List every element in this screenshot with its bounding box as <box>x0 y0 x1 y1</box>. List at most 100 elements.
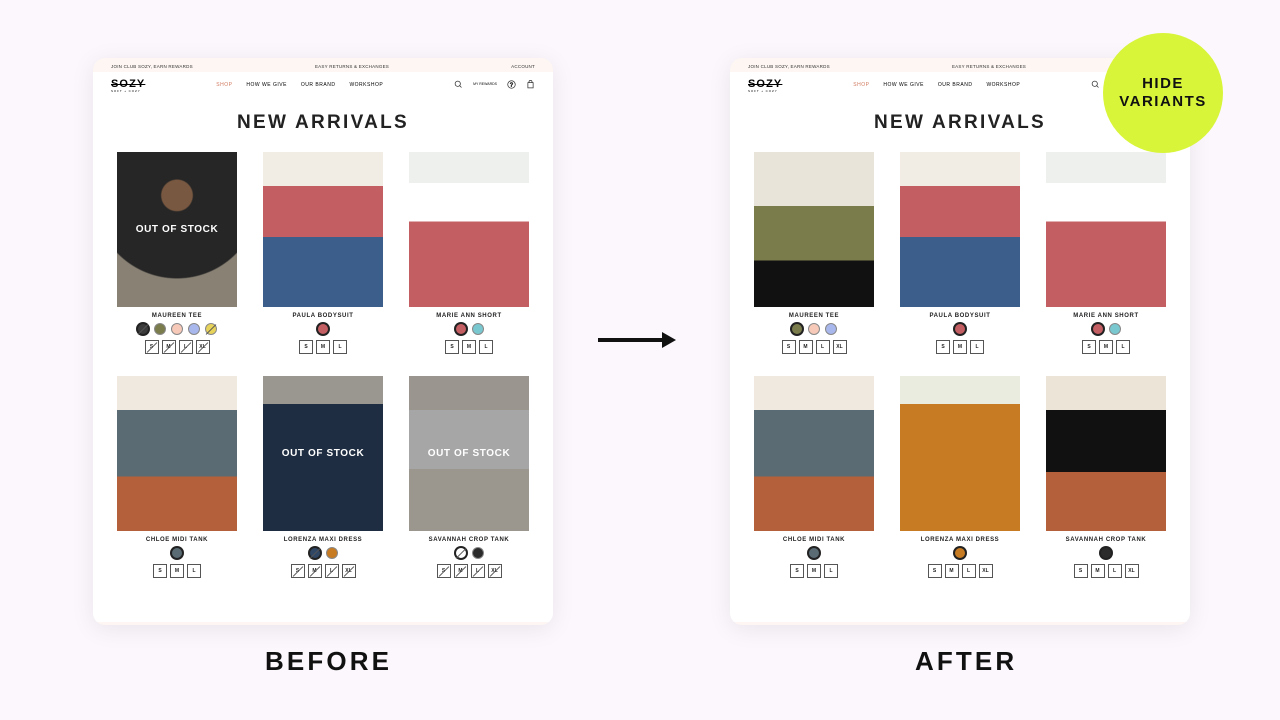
product-image[interactable] <box>1046 376 1166 531</box>
rewards-link[interactable]: MY REWARDS <box>473 83 497 87</box>
color-swatch[interactable] <box>137 323 149 335</box>
color-swatch[interactable] <box>791 323 803 335</box>
size-option[interactable]: M <box>308 564 322 578</box>
size-option[interactable]: XL <box>488 564 502 578</box>
nav-shop[interactable]: SHOP <box>216 82 232 88</box>
size-option[interactable]: L <box>962 564 976 578</box>
size-option[interactable]: L <box>471 564 485 578</box>
product-card[interactable]: CHLOE MIDI TANKSML <box>754 376 874 578</box>
size-option[interactable]: L <box>970 340 984 354</box>
topbar-left[interactable]: JOIN CLUB SOZY, EARN REWARDS <box>111 64 193 69</box>
color-swatch[interactable] <box>317 323 329 335</box>
size-option[interactable]: S <box>790 564 804 578</box>
size-option[interactable]: M <box>945 564 959 578</box>
size-option[interactable]: S <box>1074 564 1088 578</box>
product-image[interactable] <box>754 376 874 531</box>
size-option[interactable]: S <box>299 340 313 354</box>
size-option[interactable]: L <box>325 564 339 578</box>
product-card[interactable]: SAVANNAH CROP TANKSMLXL <box>1046 376 1166 578</box>
color-swatch[interactable] <box>205 323 217 335</box>
product-image[interactable] <box>263 152 383 307</box>
color-swatch[interactable] <box>472 547 484 559</box>
topbar-right[interactable]: ACCOUNT <box>511 64 535 69</box>
size-option[interactable]: M <box>807 564 821 578</box>
product-card[interactable]: LORENZA MAXI DRESSSMLXL <box>900 376 1020 578</box>
product-card[interactable]: OUT OF STOCKLORENZA MAXI DRESSSMLXL <box>263 376 383 578</box>
color-swatch[interactable] <box>954 323 966 335</box>
size-option[interactable]: XL <box>342 564 356 578</box>
size-option[interactable]: L <box>479 340 493 354</box>
size-option[interactable]: S <box>928 564 942 578</box>
topbar-center[interactable]: EASY RETURNS & EXCHANGES <box>315 64 389 69</box>
color-swatch[interactable] <box>825 323 837 335</box>
size-option[interactable]: XL <box>833 340 847 354</box>
product-card[interactable]: OUT OF STOCKMAUREEN TEESMLXL <box>117 152 237 354</box>
product-image[interactable] <box>117 376 237 531</box>
size-option[interactable]: M <box>454 564 468 578</box>
color-swatch[interactable] <box>455 323 467 335</box>
size-option[interactable]: S <box>153 564 167 578</box>
bag-icon[interactable] <box>526 76 535 94</box>
color-swatch[interactable] <box>455 547 467 559</box>
nav-how-we-give[interactable]: HOW WE GIVE <box>246 82 287 88</box>
product-card[interactable]: MARIE ANN SHORTSML <box>409 152 529 354</box>
size-option[interactable]: S <box>936 340 950 354</box>
size-option[interactable]: S <box>1082 340 1096 354</box>
nav-workshop[interactable]: WORKSHOP <box>349 82 383 88</box>
size-option[interactable]: XL <box>196 340 210 354</box>
color-swatch[interactable] <box>1109 323 1121 335</box>
product-card[interactable]: MARIE ANN SHORTSML <box>1046 152 1166 354</box>
size-option[interactable]: S <box>437 564 451 578</box>
nav-workshop[interactable]: WORKSHOP <box>986 82 1020 88</box>
color-swatch[interactable] <box>808 547 820 559</box>
size-option[interactable]: M <box>316 340 330 354</box>
size-option[interactable]: L <box>333 340 347 354</box>
color-swatch[interactable] <box>188 323 200 335</box>
logo[interactable]: SOZY SOFT + COZY <box>111 78 145 93</box>
size-option[interactable]: L <box>179 340 193 354</box>
product-image[interactable] <box>1046 152 1166 307</box>
product-card[interactable]: PAULA BODYSUITSML <box>263 152 383 354</box>
size-option[interactable]: XL <box>1125 564 1139 578</box>
color-swatch[interactable] <box>154 323 166 335</box>
size-option[interactable]: S <box>145 340 159 354</box>
size-option[interactable]: M <box>1099 340 1113 354</box>
product-card[interactable]: OUT OF STOCKSAVANNAH CROP TANKSMLXL <box>409 376 529 578</box>
size-option[interactable]: M <box>170 564 184 578</box>
color-swatch[interactable] <box>808 323 820 335</box>
size-option[interactable]: M <box>162 340 176 354</box>
size-option[interactable]: XL <box>979 564 993 578</box>
size-option[interactable]: M <box>953 340 967 354</box>
color-swatch[interactable] <box>1092 323 1104 335</box>
product-image[interactable] <box>900 376 1020 531</box>
size-option[interactable]: L <box>1108 564 1122 578</box>
product-image[interactable] <box>754 152 874 307</box>
topbar-left[interactable]: JOIN CLUB SOZY, EARN REWARDS <box>748 64 830 69</box>
color-swatch[interactable] <box>309 547 321 559</box>
product-card[interactable]: MAUREEN TEESMLXL <box>754 152 874 354</box>
product-image[interactable]: OUT OF STOCK <box>263 376 383 531</box>
search-icon[interactable] <box>454 76 463 94</box>
size-option[interactable]: L <box>187 564 201 578</box>
product-image[interactable]: OUT OF STOCK <box>409 376 529 531</box>
color-swatch[interactable] <box>954 547 966 559</box>
search-icon[interactable] <box>1091 76 1100 94</box>
color-swatch[interactable] <box>1100 547 1112 559</box>
product-card[interactable]: CHLOE MIDI TANKSML <box>117 376 237 578</box>
size-option[interactable]: L <box>816 340 830 354</box>
topbar-center[interactable]: EASY RETURNS & EXCHANGES <box>952 64 1026 69</box>
product-image[interactable] <box>900 152 1020 307</box>
nav-our-brand[interactable]: OUR BRAND <box>301 82 336 88</box>
color-swatch[interactable] <box>171 547 183 559</box>
logo[interactable]: SOZY SOFT + COZY <box>748 78 782 93</box>
size-option[interactable]: S <box>445 340 459 354</box>
size-option[interactable]: M <box>1091 564 1105 578</box>
size-option[interactable]: L <box>1116 340 1130 354</box>
size-option[interactable]: M <box>462 340 476 354</box>
size-option[interactable]: S <box>782 340 796 354</box>
product-image[interactable] <box>409 152 529 307</box>
product-card[interactable]: PAULA BODYSUITSML <box>900 152 1020 354</box>
nav-shop[interactable]: SHOP <box>853 82 869 88</box>
color-swatch[interactable] <box>472 323 484 335</box>
color-swatch[interactable] <box>171 323 183 335</box>
